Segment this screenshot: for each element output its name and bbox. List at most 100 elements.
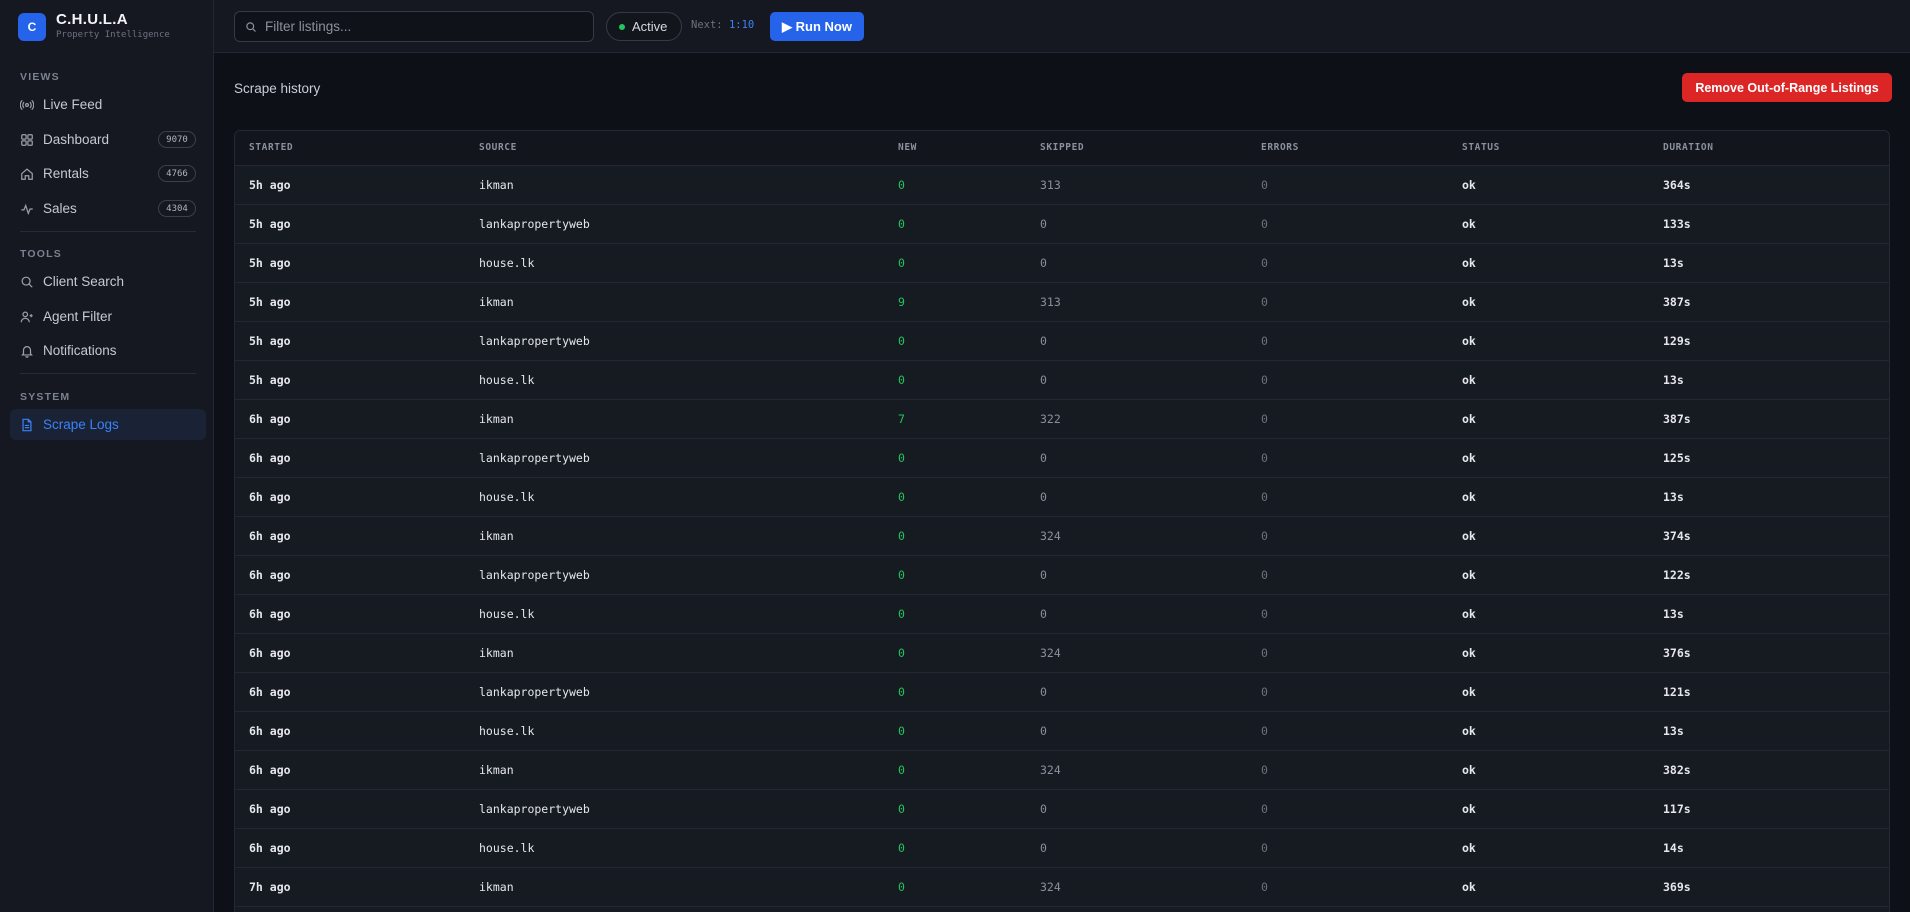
sidebar-item-live-feed[interactable]: Live Feed <box>10 89 206 120</box>
table-row[interactable]: 7h agolankapropertyweb000ok118s <box>235 906 1889 912</box>
column-header-duration[interactable]: DURATION <box>1649 131 1889 166</box>
cell-source: ikman <box>479 879 514 894</box>
grid-icon <box>20 133 34 147</box>
cell-status: ok <box>1462 372 1476 387</box>
cell-source: ikman <box>479 294 514 309</box>
cell-skipped: 324 <box>1040 645 1061 660</box>
cell-source: lankapropertyweb <box>479 450 590 465</box>
cell-duration: 387s <box>1663 294 1691 309</box>
cell-new: 0 <box>898 801 905 816</box>
table-row[interactable]: 6h ago lankapropertyweb 0 0 0 ok 121s <box>235 672 1889 711</box>
cell-new: 0 <box>898 372 905 387</box>
cell-duration: 118s <box>1649 906 1889 912</box>
remove-out-of-range-button[interactable]: Remove Out-of-Range Listings <box>1682 73 1892 102</box>
cell-errors: 0 <box>1261 684 1268 699</box>
cell-errors: 0 <box>1261 294 1268 309</box>
table-row[interactable]: 6h ago ikman 0 324 0 ok 376s <box>235 633 1889 672</box>
cell-status: ok <box>1462 840 1476 855</box>
table-row[interactable]: 5h ago ikman 9 313 0 ok 387s <box>235 282 1889 321</box>
cell-source: lankapropertyweb <box>479 333 590 348</box>
cell-duration: 13s <box>1663 606 1684 621</box>
cell-source: house.lk <box>479 489 535 504</box>
search-box[interactable] <box>234 11 594 42</box>
table-row[interactable]: 5h ago lankapropertyweb 0 0 0 ok 129s <box>235 321 1889 360</box>
table-row[interactable]: 6h ago ikman 7 322 0 ok 387s <box>235 399 1889 438</box>
table-row[interactable]: 6h ago lankapropertyweb 0 0 0 ok 125s <box>235 438 1889 477</box>
cell-duration: 129s <box>1663 333 1691 348</box>
cell-started: 7h ago <box>235 906 465 912</box>
column-header-new[interactable]: NEW <box>884 131 1026 166</box>
column-header-started[interactable]: STARTED <box>235 131 465 166</box>
cell-source: house.lk <box>479 606 535 621</box>
main-content: Scrape history Remove Out-of-Range Listi… <box>214 53 1910 912</box>
section-label-views: VIEWS <box>20 71 60 83</box>
table-row[interactable]: 6h ago lankapropertyweb 0 0 0 ok 117s <box>235 789 1889 828</box>
cell-source: house.lk <box>479 255 535 270</box>
cell-skipped: 322 <box>1040 411 1061 426</box>
cell-new: 0 <box>898 840 905 855</box>
cell-errors: 0 <box>1261 801 1268 816</box>
cell-duration: 364s <box>1663 177 1691 192</box>
sidebar-item-sales[interactable]: Sales 4304 <box>10 193 206 224</box>
table-header-row: STARTED SOURCE NEW SKIPPED ERRORS STATUS DURAT… <box>235 131 1889 166</box>
column-header-status[interactable]: STATUS <box>1448 131 1649 166</box>
sidebar-item-dashboard[interactable]: Dashboard 9070 <box>10 124 206 155</box>
cell-new: 0 <box>884 906 1026 912</box>
sidebar-item-rentals[interactable]: Rentals 4766 <box>10 158 206 189</box>
cell-source: ikman <box>479 645 514 660</box>
page-title: Scrape history <box>234 81 321 96</box>
cell-errors: 0 <box>1261 567 1268 582</box>
cell-status: ok <box>1462 645 1476 660</box>
sidebar-item-notifications[interactable]: Notifications <box>10 335 206 366</box>
table-row[interactable]: 6h ago house.lk 0 0 0 ok 13s <box>235 477 1889 516</box>
table-row[interactable]: 5h ago house.lk 0 0 0 ok 13s <box>235 360 1889 399</box>
brand[interactable]: C C.H.U.L.A Property Intelligence <box>18 12 170 41</box>
topbar: Active Next: 1:10 ▶ Run Now <box>214 0 1910 53</box>
sidebar-item-label: Notifications <box>43 343 117 358</box>
table-row[interactable]: 6h ago house.lk 0 0 0 ok 13s <box>235 711 1889 750</box>
cell-status: ok <box>1462 567 1476 582</box>
sidebar-item-client-search[interactable]: Client Search <box>10 266 206 297</box>
cell-skipped: 0 <box>1040 684 1047 699</box>
cell-started: 5h ago <box>249 255 291 270</box>
column-header-source[interactable]: SOURCE <box>465 131 884 166</box>
table-row[interactable]: 6h ago house.lk 0 0 0 ok 13s <box>235 594 1889 633</box>
column-header-errors[interactable]: ERRORS <box>1247 131 1448 166</box>
cell-errors: 0 <box>1261 216 1268 231</box>
next-time: 1:10 <box>728 19 755 31</box>
table-row[interactable]: 6h ago house.lk 0 0 0 ok 14s <box>235 828 1889 867</box>
cell-status: ok <box>1462 177 1476 192</box>
search-input[interactable] <box>265 19 585 34</box>
cell-started: 5h ago <box>249 177 291 192</box>
cell-started: 5h ago <box>249 333 291 348</box>
table-row[interactable]: 5h ago house.lk 0 0 0 ok 13s <box>235 243 1889 282</box>
cell-started: 6h ago <box>249 606 291 621</box>
cell-started: 5h ago <box>249 372 291 387</box>
table-row[interactable]: 6h ago ikman 0 324 0 ok 374s <box>235 516 1889 555</box>
column-header-skipped[interactable]: SKIPPED <box>1026 131 1247 166</box>
cell-status: ok <box>1462 216 1476 231</box>
divider <box>20 231 196 232</box>
cell-new: 0 <box>898 567 905 582</box>
run-now-button[interactable]: ▶ Run Now <box>770 12 864 41</box>
table-row[interactable]: 5h ago lankapropertyweb 0 0 0 ok 133s <box>235 204 1889 243</box>
count-badge: 4766 <box>158 165 196 182</box>
sidebar-item-scrape-logs[interactable]: Scrape Logs <box>10 409 206 440</box>
table-body: 5h ago ikman 0 313 0 ok 364s 5h ago lankapropert… <box>235 165 1889 912</box>
status-badge[interactable]: Active <box>606 12 683 41</box>
cell-source: ikman <box>479 528 514 543</box>
table-row[interactable]: 5h ago ikman 0 313 0 ok 364s <box>235 165 1889 204</box>
cell-status: ok <box>1462 606 1476 621</box>
table-row[interactable]: 6h ago ikman 0 324 0 ok 382s <box>235 750 1889 789</box>
bell-icon <box>20 344 34 358</box>
table-row[interactable]: 6h ago lankapropertyweb 0 0 0 ok 122s <box>235 555 1889 594</box>
cell-duration: 125s <box>1663 450 1691 465</box>
cell-skipped: 0 <box>1040 567 1047 582</box>
cell-skipped: 0 <box>1040 489 1047 504</box>
cell-status: ok <box>1462 411 1476 426</box>
table-row[interactable]: 7h ago ikman 0 324 0 ok 369s <box>235 867 1889 906</box>
sidebar-item-agent-filter[interactable]: Agent Filter <box>10 301 206 332</box>
cell-status: ok <box>1462 489 1476 504</box>
sidebar-item-label: Sales <box>43 201 77 216</box>
cell-source: lankapropertyweb <box>479 567 590 582</box>
